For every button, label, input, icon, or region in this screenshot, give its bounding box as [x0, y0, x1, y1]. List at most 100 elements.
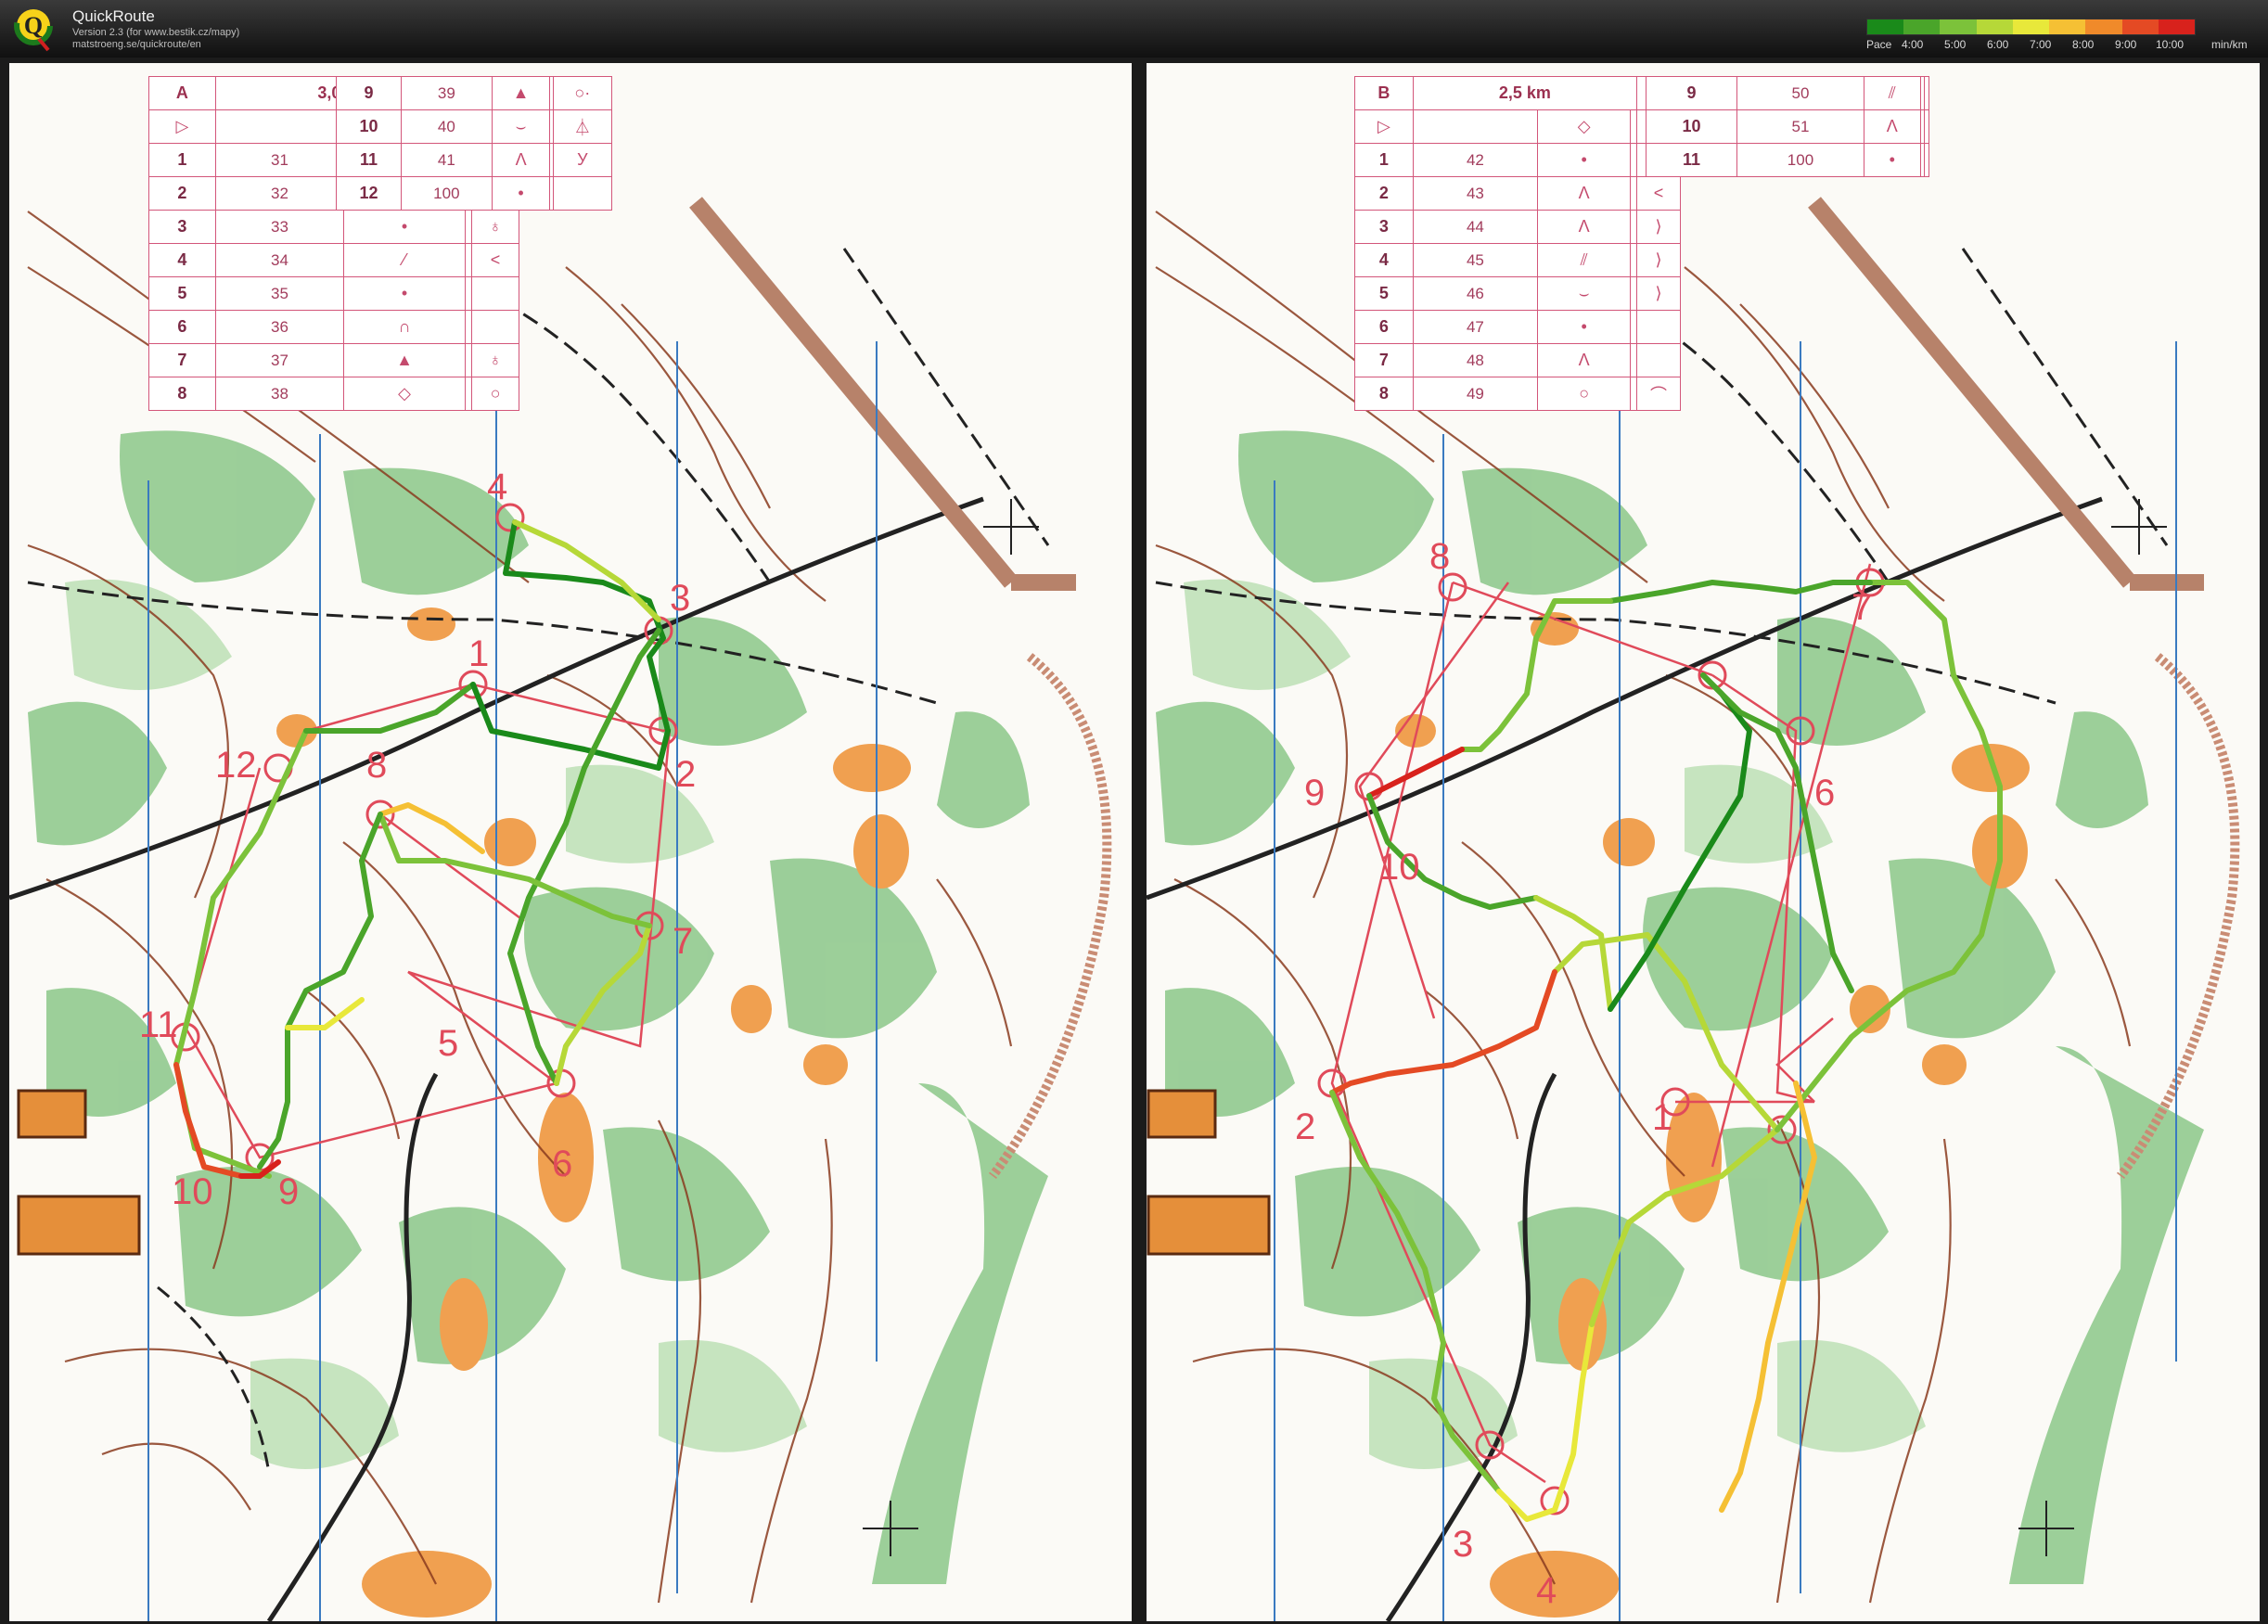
- feature-symbol-icon: ⌣: [1537, 276, 1632, 311]
- pace-tick: 5:00: [1944, 38, 1967, 51]
- pace-color-swatch: [1903, 19, 1941, 34]
- feature-symbol-icon: ∩: [343, 310, 466, 344]
- detail-symbol-icon: [471, 310, 519, 344]
- control-description-row: 7 48 Λ: [1354, 343, 1681, 377]
- control-description-row: 6 47 •: [1354, 310, 1681, 344]
- detail-symbol-icon: ○: [471, 377, 519, 411]
- detail-symbol-icon: ♁: [471, 343, 519, 377]
- control-description-row: 8 38 ◇ ○: [148, 377, 519, 411]
- control-description-row: 5 46 ⌣ ⟩: [1354, 276, 1681, 311]
- detail-symbol-icon: [1636, 343, 1681, 377]
- detail-symbol-icon: [1924, 109, 1929, 144]
- map-a-control-number: 2: [675, 754, 696, 795]
- control-code: 46: [1412, 276, 1539, 311]
- detail-symbol-icon: <: [1636, 176, 1681, 211]
- control-code: 31: [214, 143, 345, 177]
- pace-color-swatch: [2012, 19, 2050, 34]
- control-code: 100: [1736, 143, 1864, 177]
- empty-cell: [1630, 176, 1637, 211]
- control-number: 1: [1354, 143, 1414, 177]
- control-code: 39: [400, 76, 493, 110]
- course-b-name: B: [1354, 76, 1414, 110]
- orienteering-map-b[interactable]: 1 2 3 4 6 7 8 9 10 B 2,5 km ▷ ◇ 1 42 • 2 43 Λ <…: [1147, 63, 2260, 1621]
- map-a-control-number: 8: [366, 745, 387, 786]
- map-a-control-number: 6: [552, 1144, 572, 1184]
- map-a-control-number: 4: [487, 467, 507, 507]
- empty-cell: [1630, 243, 1637, 277]
- detail-symbol-icon: ⏃: [552, 109, 613, 144]
- app-header: Q QuickRoute Version 2.3 (for www.bestik…: [0, 0, 2268, 58]
- map-a-control-number: 1: [468, 633, 489, 674]
- app-url: matstroeng.se/quickroute/en: [72, 39, 201, 50]
- empty-cell: [464, 377, 473, 411]
- map-b-control-number: 2: [1295, 1106, 1315, 1147]
- course-b-length: 2,5 km: [1412, 76, 1638, 110]
- feature-symbol-icon: Λ: [491, 143, 551, 177]
- pace-color-swatch: [1976, 19, 2013, 34]
- feature-symbol-icon: Λ: [1537, 210, 1632, 244]
- control-number: 11: [336, 143, 402, 177]
- pace-label: Pace: [1866, 38, 1892, 51]
- control-code: 36: [214, 310, 345, 344]
- empty-cell: [464, 310, 473, 344]
- control-description-row: 5 35 •: [148, 276, 519, 311]
- feature-symbol-icon: •: [1863, 143, 1921, 177]
- control-description-row: 11 41 Λ У: [336, 143, 613, 177]
- course-a-name: A: [148, 76, 216, 110]
- pace-tick: 7:00: [2030, 38, 2052, 51]
- map-a-control-number: 11: [139, 1004, 178, 1045]
- control-descriptions-b-part-1: B 2,5 km ▷ ◇ 1 42 • 2 43 Λ <3 44 Λ ⟩ 4 45 ⫽ ⟩ 5 46 ⌣ ⟩ 6 47 •…: [1354, 76, 1681, 411]
- control-number: 12: [336, 176, 402, 211]
- control-code: 43: [1412, 176, 1539, 211]
- control-code: 35: [214, 276, 345, 311]
- pace-unit: min/km: [2211, 38, 2248, 51]
- pace-tick: 4:00: [1902, 38, 1924, 51]
- feature-symbol-icon: •: [491, 176, 551, 211]
- pace-tick: 6:00: [1987, 38, 2009, 51]
- pace-color-swatch: [2121, 19, 2159, 34]
- control-description-row: 4 45 ⫽ ⟩: [1354, 243, 1681, 277]
- control-code: 40: [400, 109, 493, 144]
- pace-tick: 9:00: [2115, 38, 2137, 51]
- control-number: 3: [1354, 210, 1414, 244]
- map-a-control-number: 3: [670, 578, 690, 619]
- control-number: 8: [148, 377, 216, 411]
- empty-cell: [464, 343, 473, 377]
- pace-color-swatch: [1867, 19, 1904, 34]
- empty-cell: [1630, 210, 1637, 244]
- empty-cell: [464, 243, 473, 277]
- pace-color-swatch: [1940, 19, 1977, 34]
- detail-symbol-icon: [1636, 310, 1681, 344]
- control-number: 2: [148, 176, 216, 211]
- detail-symbol-icon: <: [471, 243, 519, 277]
- control-number: 6: [148, 310, 216, 344]
- detail-symbol-icon: ○·: [552, 76, 613, 110]
- feature-symbol-icon: Λ: [1537, 343, 1632, 377]
- pace-color-swatch: [2085, 19, 2122, 34]
- control-descriptions-b-part-2: 9 50 ⫽ 10 51 Λ 11 100 •: [1645, 76, 1929, 177]
- feature-symbol-icon: Λ: [1537, 176, 1632, 211]
- pace-tick: 8:00: [2072, 38, 2095, 51]
- control-description-row: 4 34 ⁄ <: [148, 243, 519, 277]
- empty-cell: [1630, 377, 1637, 411]
- orienteering-map-a[interactable]: 1 2 3 4 5 6 7 8 9 10 11 12 A 3,0 km ▷◇ 1…: [9, 63, 1132, 1621]
- control-code: 48: [1412, 343, 1539, 377]
- detail-symbol-icon: ♁: [471, 210, 519, 244]
- map-a-control-number: 9: [278, 1171, 299, 1212]
- map-a-control-number: 12: [215, 745, 257, 786]
- control-number: 7: [148, 343, 216, 377]
- map-b-control-number: 4: [1536, 1570, 1557, 1611]
- feature-symbol-icon: •: [1537, 310, 1632, 344]
- control-code: 34: [214, 243, 345, 277]
- pace-color-swatch: [2049, 19, 2086, 34]
- feature-symbol-icon: ▲: [343, 343, 466, 377]
- diamond-icon: ◇: [1537, 109, 1632, 144]
- map-b-control-number: 6: [1814, 773, 1835, 813]
- control-description-row: 12 100 •: [336, 176, 613, 211]
- empty-cell: [1630, 276, 1637, 311]
- control-number: 1: [148, 143, 216, 177]
- control-number: 2: [1354, 176, 1414, 211]
- control-description-row: 6 36 ∩: [148, 310, 519, 344]
- feature-symbol-icon: ⫽: [1537, 243, 1632, 277]
- detail-symbol-icon: ⟩: [1636, 210, 1681, 244]
